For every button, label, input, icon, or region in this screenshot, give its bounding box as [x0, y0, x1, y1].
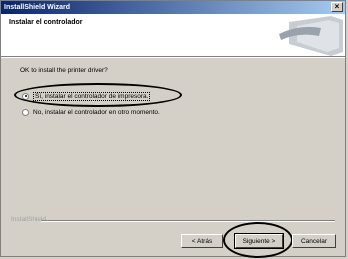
header-separator [1, 57, 345, 58]
wizard-graphic-icon [279, 16, 343, 56]
page-title: Instalar el controlador [9, 19, 83, 26]
radio-button[interactable] [22, 108, 29, 116]
highlight-circle [223, 222, 293, 258]
close-button[interactable]: × [331, 2, 343, 12]
prompt-text: OK to install the printer driver? [20, 67, 108, 74]
footer-divider [41, 220, 335, 221]
window-title: InstallShield Wizard [4, 4, 71, 11]
option-install-later[interactable]: No, instalar el controlador en otro mome… [22, 107, 160, 117]
highlight-circle [14, 83, 182, 107]
option-label[interactable]: No, instalar el controlador en otro mome… [33, 109, 160, 116]
back-button[interactable]: < Atrás [181, 234, 223, 248]
cancel-button[interactable]: Cancelar [292, 234, 336, 248]
title-bar[interactable]: InstallShield Wizard × [1, 1, 345, 14]
wizard-header: Instalar el controlador [1, 14, 345, 57]
installshield-wizard-window: InstallShield Wizard × Instalar el contr… [0, 0, 346, 258]
